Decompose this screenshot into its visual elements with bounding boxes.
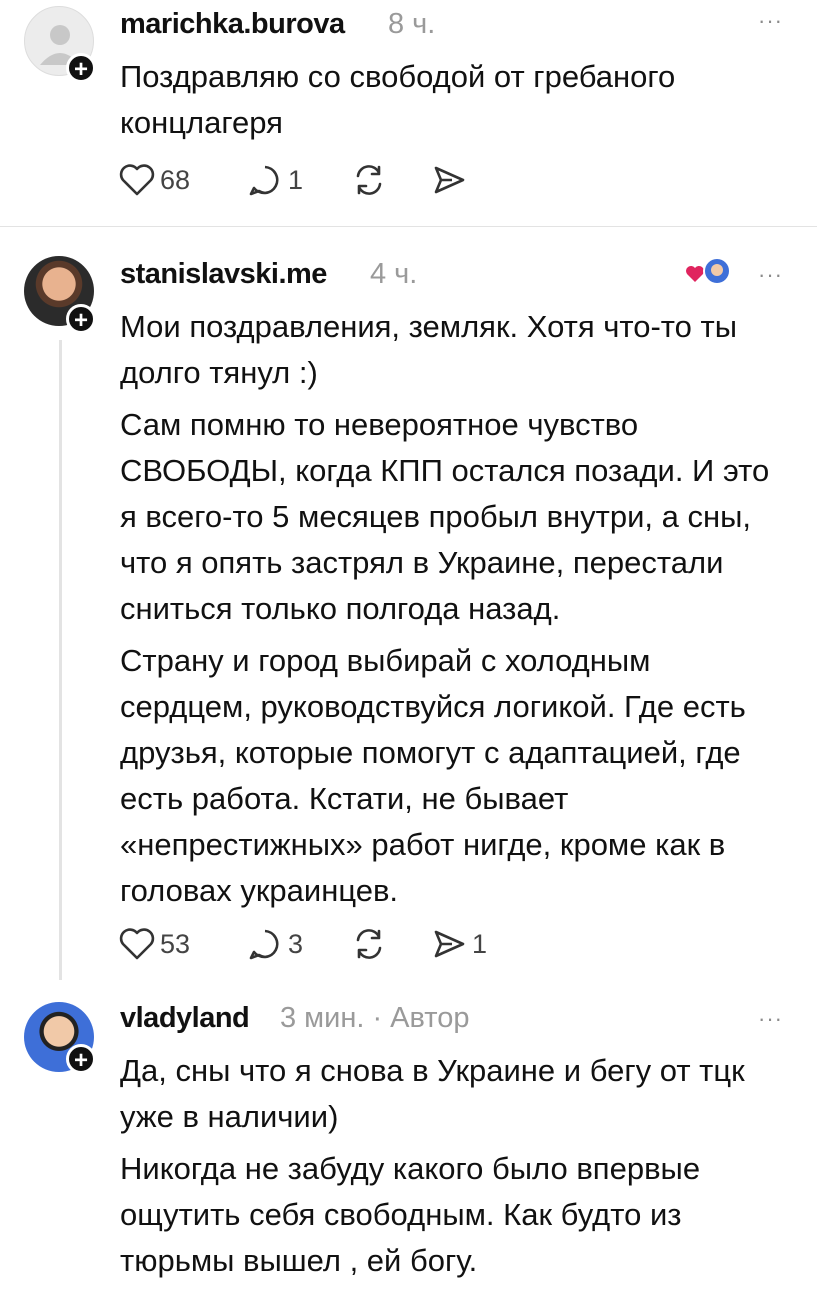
post-marichka: + marichka.burova 8 ч. ··· Поздравляю со… bbox=[0, 0, 817, 226]
post-paragraph: Сам помню то невероятное чувство СВОБОДЫ… bbox=[120, 407, 770, 626]
divider bbox=[0, 226, 817, 227]
post-text: Поздравляю со свободой от гребаного конц… bbox=[120, 54, 780, 152]
like-count: 68 bbox=[160, 164, 191, 195]
follow-button[interactable]: + bbox=[66, 304, 96, 334]
post-text: Мои поздравления, земляк. Хотя что-то ты… bbox=[120, 304, 780, 920]
heart-icon bbox=[686, 257, 731, 285]
repost-button[interactable] bbox=[350, 160, 388, 200]
post-paragraph: Никогда не забуду какого было впервые ощ… bbox=[120, 1151, 701, 1278]
repost-button[interactable] bbox=[350, 924, 388, 964]
timestamp: 4 ч. bbox=[370, 258, 418, 290]
share-count: 1 bbox=[472, 928, 488, 959]
thread-line bbox=[59, 340, 62, 980]
reply-count: 1 bbox=[288, 164, 304, 195]
timestamp: 3 мин. · Автор bbox=[280, 1002, 470, 1034]
follow-button[interactable]: + bbox=[66, 1044, 96, 1074]
post-paragraph: Да, сны что я снова в Украине и бегу от … bbox=[120, 1053, 745, 1134]
post-paragraph: Страну и город выбирай с холодным сердце… bbox=[120, 643, 746, 908]
share-icon bbox=[434, 930, 465, 958]
post-text: Да, сны что я снова в Украине и бегу от … bbox=[120, 1048, 780, 1290]
reply-count: 3 bbox=[288, 928, 304, 959]
post-paragraph: Мои поздравления, земляк. Хотя что-то ты… bbox=[120, 309, 737, 390]
username[interactable]: vladyland bbox=[120, 1002, 250, 1035]
more-icon[interactable]: ··· bbox=[758, 8, 783, 34]
like-button[interactable]: 68 bbox=[118, 160, 190, 200]
username[interactable]: marichka.burova bbox=[120, 8, 345, 41]
plus-icon: + bbox=[73, 56, 88, 83]
heart-icon bbox=[119, 928, 155, 960]
author-liked-badge bbox=[684, 256, 732, 290]
more-icon[interactable]: ··· bbox=[758, 262, 783, 288]
like-count: 53 bbox=[160, 928, 191, 959]
post-stanislavski: + stanislavski.me 4 ч. ··· Мои поздравле… bbox=[0, 228, 817, 988]
more-icon[interactable]: ··· bbox=[758, 1006, 783, 1032]
repost-icon bbox=[356, 165, 382, 195]
reply-icon bbox=[249, 929, 279, 960]
reply-button[interactable]: 1 bbox=[246, 160, 303, 200]
post-vladyland: + vladyland 3 мин. · Автор ··· Да, сны ч… bbox=[0, 988, 817, 1280]
timestamp: 8 ч. bbox=[388, 8, 436, 40]
post-paragraph: Поздравляю со свободой от гребаного конц… bbox=[120, 59, 676, 140]
share-button[interactable]: 1 bbox=[430, 924, 487, 964]
follow-button[interactable]: + bbox=[66, 53, 96, 83]
share-button[interactable] bbox=[430, 160, 468, 200]
like-button[interactable]: 53 bbox=[118, 924, 190, 964]
plus-icon: + bbox=[73, 1047, 88, 1074]
username[interactable]: stanislavski.me bbox=[120, 258, 327, 291]
plus-icon: + bbox=[73, 307, 88, 334]
reply-button[interactable]: 3 bbox=[246, 924, 303, 964]
heart-icon bbox=[119, 164, 155, 196]
repost-icon bbox=[356, 929, 382, 959]
share-icon bbox=[434, 166, 465, 194]
reply-icon bbox=[249, 165, 279, 196]
